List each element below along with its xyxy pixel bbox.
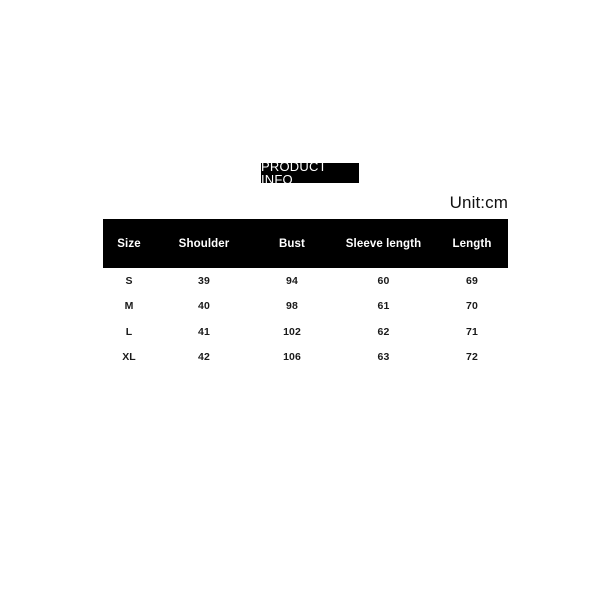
cell-shoulder: 42: [155, 344, 253, 370]
size-chart-table-wrapper: Size Shoulder Bust Sleeve length Length …: [103, 219, 508, 370]
cell-size: S: [103, 268, 155, 294]
cell-bust: 98: [253, 293, 331, 319]
column-header-length: Length: [452, 237, 492, 250]
cell-length: 70: [436, 293, 508, 319]
cell-size: M: [103, 293, 155, 319]
cell-shoulder: 39: [155, 268, 253, 294]
table-row: M 40 98 61 70: [103, 293, 508, 319]
cell-length: 72: [436, 344, 508, 370]
size-chart-table-head: Size Shoulder Bust Sleeve length Length: [103, 219, 508, 268]
cell-shoulder: 41: [155, 319, 253, 345]
product-info-canvas: PRODUCT INFO Unit:cm Size Shoulder Bust …: [0, 0, 600, 600]
cell-sleeve-length: 62: [331, 319, 436, 345]
cell-size: L: [103, 319, 155, 345]
table-row: L 41 102 62 71: [103, 319, 508, 345]
table-row: XL 42 106 63 72: [103, 344, 508, 370]
cell-sleeve-length: 63: [331, 344, 436, 370]
size-chart-table-body: S 39 94 60 69 M 40 98 61 70 L 41 102 62 …: [103, 268, 508, 370]
column-header-size: Size: [117, 237, 141, 250]
column-header-shoulder: Shoulder: [178, 237, 230, 250]
cell-shoulder: 40: [155, 293, 253, 319]
cell-bust: 102: [253, 319, 331, 345]
column-header-sleeve-length: Sleeve length: [345, 237, 422, 250]
unit-label: Unit:cm: [449, 193, 508, 212]
table-row: S 39 94 60 69: [103, 268, 508, 294]
column-header-bust: Bust: [279, 237, 305, 250]
cell-sleeve-length: 61: [331, 293, 436, 319]
cell-bust: 106: [253, 344, 331, 370]
cell-length: 69: [436, 268, 508, 294]
cell-size: XL: [103, 344, 155, 370]
cell-sleeve-length: 60: [331, 268, 436, 294]
cell-bust: 94: [253, 268, 331, 294]
product-info-badge: PRODUCT INFO: [261, 160, 359, 186]
cell-length: 71: [436, 319, 508, 345]
size-chart-table: Size Shoulder Bust Sleeve length Length …: [103, 219, 508, 370]
table-header-row: Size Shoulder Bust Sleeve length Length: [103, 219, 508, 268]
